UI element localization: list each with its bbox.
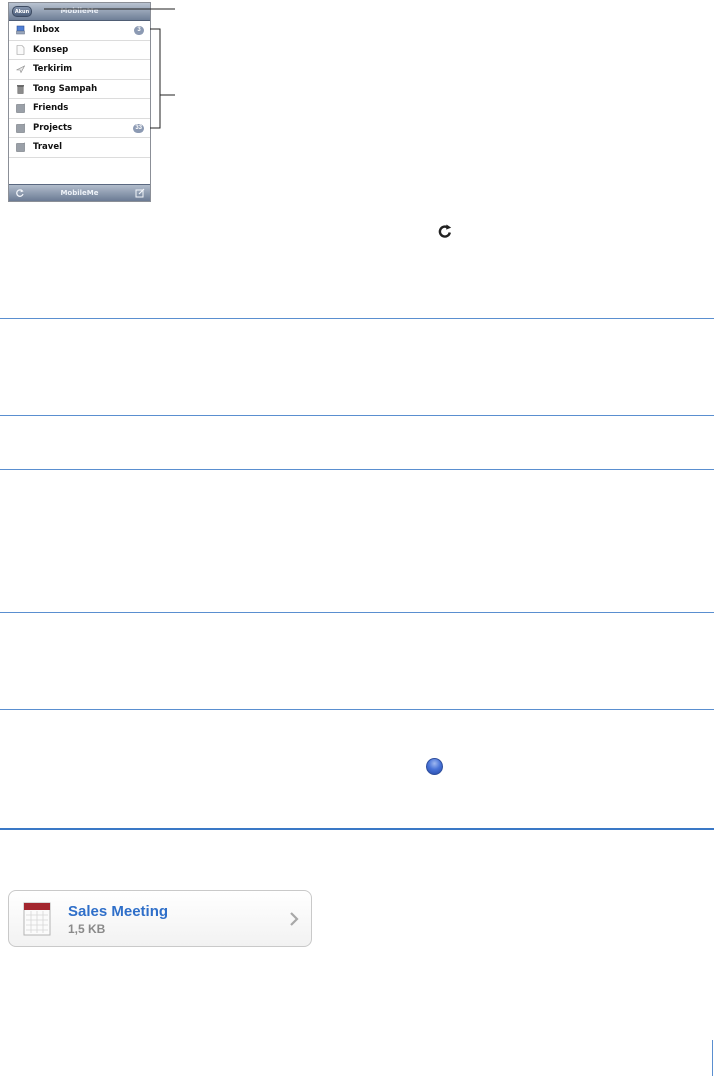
mailbox-row-sent[interactable]: Terkirim bbox=[9, 60, 150, 80]
mailbox-label: Friends bbox=[33, 103, 69, 113]
mailbox-row-trash[interactable]: Tong Sampah bbox=[9, 80, 150, 99]
attachment-size: 1,5 KB bbox=[68, 922, 106, 936]
sent-icon bbox=[16, 65, 25, 74]
bottom-toolbar: MobileMe bbox=[9, 184, 150, 201]
attachment-card[interactable]: Sales Meeting 1,5 KB bbox=[8, 890, 312, 947]
refresh-icon bbox=[438, 224, 452, 238]
folder-icon bbox=[16, 142, 25, 152]
compose-icon[interactable] bbox=[135, 188, 145, 198]
folder-icon bbox=[16, 103, 25, 113]
toolbar-title: MobileMe bbox=[60, 189, 99, 197]
trash-icon bbox=[17, 84, 24, 94]
mailbox-label: Inbox bbox=[33, 25, 60, 35]
mailbox-row-friends[interactable]: Friends bbox=[9, 99, 150, 119]
mailbox-label: Projects bbox=[33, 122, 73, 133]
table-rule bbox=[0, 828, 714, 830]
mailbox-row-inbox[interactable]: Inbox 3 bbox=[9, 21, 150, 41]
folder-icon bbox=[16, 122, 25, 133]
draft-icon bbox=[16, 44, 25, 55]
mailbox-label: Tong Sampah bbox=[33, 83, 98, 94]
table-rule bbox=[0, 415, 714, 416]
mailbox-label: Konsep bbox=[33, 44, 69, 55]
unread-dot-icon bbox=[426, 758, 443, 775]
mailbox-list: Inbox 3 Konsep Terkirim Tong Sampah Frie… bbox=[9, 21, 150, 158]
unread-count-badge: 33 bbox=[133, 123, 144, 133]
unread-count-badge: 3 bbox=[134, 26, 144, 35]
calendar-icon bbox=[23, 902, 51, 936]
mailbox-row-travel[interactable]: Travel bbox=[9, 138, 150, 158]
page-edge-marker bbox=[712, 1040, 713, 1076]
navigation-bar: Akun MobileMe bbox=[9, 3, 150, 21]
mailbox-row-drafts[interactable]: Konsep bbox=[9, 41, 150, 60]
attachment-title: Sales Meeting bbox=[68, 903, 169, 920]
mobileme-phone-screenshot: Akun MobileMe Inbox 3 Konsep Terkirim To… bbox=[8, 2, 151, 202]
nav-title: MobileMe bbox=[60, 7, 99, 15]
table-rule bbox=[0, 612, 714, 613]
inbox-icon bbox=[16, 25, 25, 35]
table-rule bbox=[0, 469, 714, 470]
mailbox-row-projects[interactable]: Projects 33 bbox=[9, 119, 150, 138]
mailbox-label: Terkirim bbox=[33, 64, 73, 74]
mailbox-label: Travel bbox=[33, 142, 63, 152]
table-rule bbox=[0, 709, 714, 710]
table-rule bbox=[0, 318, 714, 319]
chevron-right-icon bbox=[290, 912, 299, 926]
